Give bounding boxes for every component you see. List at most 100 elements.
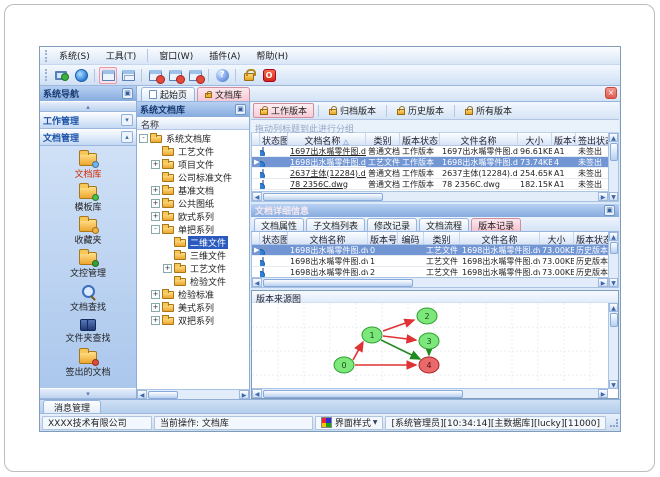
scroll-left-icon[interactable]: ◀ — [252, 278, 262, 287]
col-doc-name[interactable]: 文档名称 — [288, 232, 368, 244]
expand-icon[interactable]: + — [151, 303, 160, 312]
tab-doc-properties[interactable]: 文档属性 — [254, 218, 305, 232]
pin-icon[interactable]: ▣ — [122, 88, 133, 99]
graph-node-3[interactable]: 3 — [418, 332, 440, 350]
col-version-state[interactable]: 版本状态 — [574, 232, 608, 244]
collapse-icon[interactable]: - — [151, 225, 160, 234]
table-row[interactable]: 78 2356C.dwg 普通文档 工作版本 78 2356C.dwg 182.… — [252, 179, 618, 190]
tree-node[interactable]: +检验文件 — [139, 275, 249, 288]
window-grid-button[interactable] — [119, 67, 137, 84]
chevron-up-icon[interactable]: ▴ — [121, 131, 133, 143]
tree-node[interactable]: + 欧式系列 — [139, 210, 249, 223]
col-version-no[interactable]: 版本号 — [552, 133, 576, 145]
exit-button[interactable]: O — [260, 67, 278, 84]
scroll-right-icon[interactable]: ▶ — [598, 278, 608, 287]
tree-node[interactable]: + 基准文档 — [139, 184, 249, 197]
tree-node[interactable]: + 公共图纸 — [139, 197, 249, 210]
scroll-thumb[interactable] — [263, 278, 413, 287]
globe-button[interactable] — [72, 67, 90, 84]
scroll-thumb[interactable] — [609, 313, 618, 327]
sidebar-item-doc-library[interactable]: 文档库 — [40, 150, 136, 183]
menu-tools[interactable]: 工具(T) — [98, 47, 145, 64]
expand-icon[interactable]: + — [151, 212, 160, 221]
tree-node[interactable]: + 美式系列 — [139, 301, 249, 314]
tree-node[interactable]: +公司标准文件 — [139, 171, 249, 184]
graph-node-2[interactable]: 2 — [416, 307, 438, 325]
toolbar-grip[interactable] — [45, 69, 48, 81]
tree-node[interactable]: + 项目文件 — [139, 158, 249, 171]
col-status[interactable]: 状态图 — [260, 133, 288, 145]
version-vertical-scrollbar[interactable]: ▲ ▼ — [608, 232, 618, 287]
new-window-button[interactable] — [99, 66, 117, 84]
all-versions-button[interactable]: 所有版本 — [459, 103, 518, 118]
col-category[interactable]: 类别 — [424, 232, 460, 244]
graph-vertical-scrollbar[interactable]: ▲ ▼ — [608, 303, 618, 389]
tab-message-manage[interactable]: 消息管理 — [43, 400, 102, 414]
graph-node-1[interactable]: 1 — [361, 326, 383, 344]
group-by-hint[interactable]: 拖动列标题到此进行分组 — [251, 120, 619, 135]
col-size[interactable]: 大小 — [518, 133, 552, 145]
sidebar-item-doc-control[interactable]: 文控管理 — [40, 249, 136, 282]
expand-icon[interactable]: + — [151, 316, 160, 325]
col-version-no[interactable]: 版本号 — [368, 232, 398, 244]
table-row-selected[interactable]: ▶ 1698出水嘴零件图.dwg 0 工艺文件 1698出水嘴零件图.dwg 7… — [252, 245, 618, 256]
version-graph-canvas[interactable]: 0 1 2 3 4 ▲ ▼ ◀ ▶ — [252, 303, 618, 398]
close-icon[interactable]: × — [605, 87, 617, 99]
table-row[interactable]: 1697出水嘴零件图.dwg 普通文档 工作版本 1697出水嘴零件图.dwg … — [252, 146, 618, 157]
expand-icon[interactable]: + — [151, 199, 160, 208]
collapse-icon[interactable]: - — [139, 134, 148, 143]
scroll-thumb[interactable] — [148, 390, 178, 399]
tree-node[interactable]: - 系统文档库 — [139, 132, 249, 145]
col-file-name[interactable]: 文件名称 — [440, 133, 518, 145]
pin-icon[interactable]: ▣ — [235, 104, 246, 115]
col-category[interactable]: 类别 — [366, 133, 400, 145]
scroll-up-icon[interactable]: ▲ — [609, 303, 618, 312]
col-checkout-state[interactable]: 签出状态 — [576, 133, 608, 145]
sidebar-group-documents[interactable]: 文档管理 ▴ — [40, 129, 136, 146]
scroll-right-icon[interactable]: ▶ — [239, 390, 249, 399]
tab-doc-library[interactable]: 文档库 — [197, 87, 251, 101]
tree-node[interactable]: +工艺文件 — [139, 262, 249, 275]
menu-system[interactable]: 系统(S) — [51, 47, 98, 64]
col-status[interactable]: 状态图 — [260, 232, 288, 244]
menu-window[interactable]: 窗口(W) — [151, 47, 201, 64]
sidebar-item-doc-search[interactable]: 文档查找 — [40, 282, 136, 315]
sidebar-item-checked-out-docs[interactable]: 签出的文档 — [40, 348, 136, 381]
expand-icon[interactable]: + — [163, 264, 172, 273]
scroll-right-icon[interactable]: ▶ — [598, 389, 608, 398]
graph-node-0[interactable]: 0 — [333, 356, 355, 374]
scroll-down-icon[interactable]: ▼ — [609, 278, 618, 287]
tree-node[interactable]: +三维文件 — [139, 249, 249, 262]
sync-monitor-button[interactable] — [52, 67, 70, 84]
table-row[interactable]: 1698出水嘴零件图.dwg 1 工艺文件 1698出水嘴零件图.dwg 73.… — [252, 256, 618, 267]
history-versions-button[interactable]: 历史版本 — [391, 103, 450, 118]
sidebar-item-favorites[interactable]: 收藏夹 — [40, 216, 136, 249]
col-code[interactable]: 编码 — [398, 232, 424, 244]
tab-version-records[interactable]: 版本记录 — [471, 218, 522, 232]
table-row-selected[interactable]: ▶ 1698出水嘴零件图.dwg 工艺文件 工作版本 1698出水嘴零件图.dw… — [252, 157, 618, 168]
close-window-button-2[interactable] — [166, 67, 185, 84]
graph-horizontal-scrollbar[interactable]: ◀ ▶ — [252, 388, 608, 398]
tab-doc-flow[interactable]: 文档流程 — [419, 218, 470, 232]
scroll-thumb[interactable] — [263, 389, 463, 398]
graph-node-4[interactable]: 4 — [418, 356, 440, 374]
menu-plugins[interactable]: 插件(A) — [201, 47, 248, 64]
expand-icon[interactable]: + — [151, 160, 160, 169]
menu-grip[interactable] — [45, 49, 48, 62]
pin-icon[interactable]: ▣ — [604, 205, 615, 216]
col-size[interactable]: 大小 — [540, 232, 574, 244]
scroll-left-icon[interactable]: ◀ — [137, 390, 147, 399]
tree-node[interactable]: - 单把系列 — [139, 223, 249, 236]
tab-start-page[interactable]: 起始页 — [141, 87, 196, 101]
sidebar-group-work[interactable]: 工作管理 ▾ — [40, 112, 136, 129]
ui-style-dropdown[interactable]: 界面样式 ▼ — [314, 415, 384, 430]
documents-horizontal-scrollbar[interactable]: ◀ ▶ — [252, 191, 608, 201]
scroll-thumb[interactable] — [609, 242, 618, 254]
sidebar-collapse-strip[interactable]: ▴ — [40, 101, 136, 112]
tree-node-selected[interactable]: +二维文件 — [139, 236, 249, 249]
scroll-down-icon[interactable]: ▼ — [609, 192, 618, 201]
tab-child-doc-list[interactable]: 子文档列表 — [306, 218, 366, 232]
scroll-left-icon[interactable]: ◀ — [252, 389, 262, 398]
sidebar-item-folder-search[interactable]: 文件夹查找 — [40, 315, 136, 348]
version-horizontal-scrollbar[interactable]: ◀ ▶ — [252, 277, 608, 287]
